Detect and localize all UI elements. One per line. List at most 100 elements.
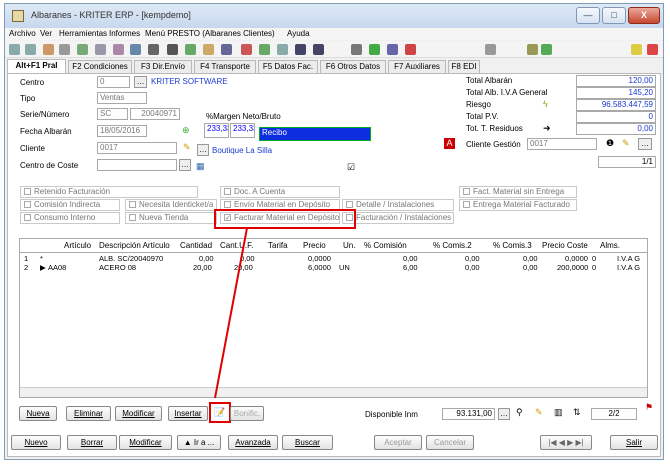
- avanzada-button[interactable]: Avanzada: [228, 435, 278, 450]
- lightning-icon[interactable]: ϟ: [543, 99, 548, 110]
- cell-cantuf[interactable]: 0,00: [240, 254, 255, 263]
- cliente-gestion-lookup-button[interactable]: …: [638, 138, 652, 150]
- first-record-icon[interactable]: [9, 44, 20, 55]
- menu-presto[interactable]: Menú PRESTO (Albaranes Clientes): [145, 29, 275, 38]
- cliente-field[interactable]: 0017: [97, 142, 177, 154]
- flag-icon[interactable]: ⚑: [645, 402, 653, 413]
- cell-coste[interactable]: 0,0000: [565, 254, 588, 263]
- info-icon[interactable]: ❶: [606, 138, 614, 149]
- cell-cantuf[interactable]: 20,00: [234, 263, 253, 272]
- cell-iva[interactable]: I.V.A G: [617, 263, 640, 272]
- centro-lookup-button[interactable]: …: [134, 76, 147, 88]
- print-icon[interactable]: [167, 44, 178, 55]
- cell-desc[interactable]: ACERO 08: [99, 263, 136, 272]
- calendar-icon[interactable]: ▦: [196, 161, 205, 172]
- tab-auxiliares[interactable]: F7 Auxiliares: [388, 60, 446, 74]
- maximize-button[interactable]: □: [602, 7, 626, 24]
- menu-ayuda[interactable]: Ayuda: [287, 29, 310, 38]
- cell-coste[interactable]: 200,0000: [557, 263, 588, 272]
- cell-cantidad[interactable]: 0,00: [199, 254, 214, 263]
- pencil-icon[interactable]: [541, 44, 552, 55]
- margen-neto-field[interactable]: 233,33: [204, 123, 229, 138]
- alert-icon[interactable]: [405, 44, 416, 55]
- comision-indirecta-checkbox[interactable]: Comisión Indirecta: [20, 199, 120, 211]
- alert-icon[interactable]: A: [444, 138, 455, 149]
- fecha-field[interactable]: 18/05/2016: [97, 125, 147, 137]
- grid-icon[interactable]: [59, 44, 70, 55]
- col-comision[interactable]: % Comisión: [364, 241, 407, 250]
- numero-field[interactable]: 20040971: [130, 108, 180, 120]
- cell-desc[interactable]: ALB. SC/20040970: [99, 254, 163, 263]
- col-tarifa[interactable]: Tarifa: [268, 241, 288, 250]
- cell-articulo[interactable]: AA08: [48, 263, 66, 272]
- facturacion-instal-checkbox[interactable]: Facturación / Instalaciones: [342, 212, 454, 224]
- col-cantidad[interactable]: Cantidad: [180, 241, 212, 250]
- menu-archivo[interactable]: Archivo: [9, 29, 36, 38]
- insertar-line-button[interactable]: Insertar: [168, 406, 208, 421]
- serie-field[interactable]: SC: [97, 108, 128, 120]
- menu-herramientas[interactable]: Herramientas: [59, 29, 107, 38]
- brush-icon[interactable]: [185, 44, 196, 55]
- borrar-button[interactable]: Borrar: [67, 435, 117, 450]
- pencil-icon[interactable]: ✎: [183, 142, 191, 153]
- truck-icon[interactable]: [527, 44, 538, 55]
- record-nav[interactable]: |◀ ◀ ▶ ▶|: [540, 435, 592, 450]
- sort-icon[interactable]: ⇅: [573, 407, 581, 418]
- salir-button[interactable]: Salir: [610, 435, 658, 450]
- cell-comis2[interactable]: 0,00: [465, 254, 480, 263]
- menu-ver[interactable]: Ver: [40, 29, 52, 38]
- modificar-button[interactable]: Modificar: [119, 435, 172, 450]
- doc-cuenta-checkbox[interactable]: Doc. A Cuenta: [220, 186, 340, 198]
- col-descripcion[interactable]: Descripción Artículo: [99, 241, 170, 250]
- preview-icon[interactable]: [130, 44, 141, 55]
- help-icon[interactable]: [647, 44, 658, 55]
- lines-grid[interactable]: Artículo Descripción Artículo Cantidad C…: [19, 238, 648, 398]
- paste-icon[interactable]: [95, 44, 106, 55]
- cliente-gestion-field[interactable]: 0017: [527, 138, 597, 150]
- cell-alms[interactable]: 0: [592, 254, 596, 263]
- tab-dir-envio[interactable]: F3 Dir.Envío: [134, 60, 192, 74]
- barcode-icon[interactable]: ▥: [554, 407, 563, 418]
- sort-icon[interactable]: [351, 44, 362, 55]
- barcode-icon[interactable]: [485, 44, 496, 55]
- table-icon[interactable]: [295, 44, 306, 55]
- centro-coste-lookup-button[interactable]: …: [179, 159, 191, 171]
- necesita-ident-checkbox[interactable]: Necesita Identicket/a: [125, 199, 217, 211]
- checkbox-icon[interactable]: ☑: [347, 162, 355, 173]
- aceptar-button[interactable]: Aceptar: [374, 435, 422, 450]
- col-precio-coste[interactable]: Precio Coste: [542, 241, 588, 250]
- cell-precio[interactable]: 0,0000: [308, 254, 331, 263]
- ir-a-button[interactable]: ▲ Ir a ...: [177, 435, 221, 450]
- arrow-right-icon[interactable]: ➜: [543, 123, 551, 134]
- pencil-icon[interactable]: ✎: [622, 138, 630, 149]
- report-icon[interactable]: [221, 44, 232, 55]
- margen-bruto-field[interactable]: 233,33: [230, 123, 255, 138]
- cell-iva[interactable]: I.V.A G: [617, 254, 640, 263]
- nueva-tienda-checkbox[interactable]: Nueva Tienda: [125, 212, 217, 224]
- tab-datos-fac[interactable]: F5 Datos Fac.: [258, 60, 318, 74]
- detalle-instal-checkbox[interactable]: Detalle / Instalaciones: [342, 199, 454, 211]
- menu-informes[interactable]: Informes: [109, 29, 140, 38]
- consumo-interno-checkbox[interactable]: Consumo Interno: [20, 212, 120, 224]
- retenido-checkbox[interactable]: Retenido Facturación: [20, 186, 198, 198]
- bonific-button[interactable]: Bonific.: [230, 406, 264, 421]
- tab-edi[interactable]: F8 EDI: [448, 60, 480, 74]
- prev-record-icon[interactable]: [25, 44, 36, 55]
- chart-icon[interactable]: [369, 44, 380, 55]
- entrega-facturado-checkbox[interactable]: Entrega Material Facturado: [459, 199, 577, 211]
- nueva-line-button[interactable]: Nueva: [19, 406, 57, 421]
- upload-icon[interactable]: [43, 44, 54, 55]
- plus-icon[interactable]: [259, 44, 270, 55]
- tab-otros-datos[interactable]: F6 Otros Datos: [320, 60, 386, 74]
- eliminar-line-button[interactable]: Eliminar: [66, 406, 111, 421]
- centro-coste-field[interactable]: [97, 159, 177, 171]
- cell-comis2[interactable]: 0,00: [465, 263, 480, 272]
- bulb-icon[interactable]: [631, 44, 642, 55]
- nuevo-button[interactable]: Nuevo: [11, 435, 61, 450]
- close-button[interactable]: X: [628, 7, 660, 24]
- tipo-select[interactable]: Ventas: [97, 92, 147, 104]
- edit-icon[interactable]: [113, 44, 124, 55]
- binoculars-icon[interactable]: ⚲: [516, 407, 523, 418]
- horizontal-scrollbar[interactable]: [20, 387, 647, 397]
- clipboard-icon[interactable]: [203, 44, 214, 55]
